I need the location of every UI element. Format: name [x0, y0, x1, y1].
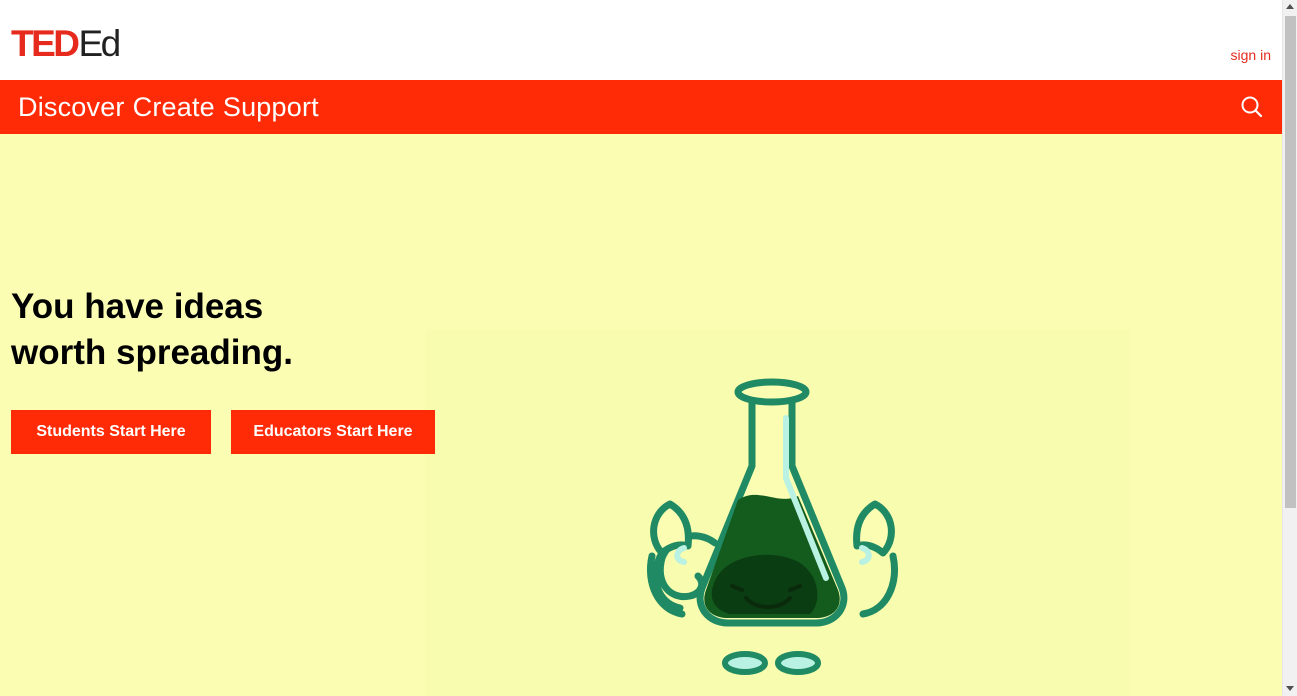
hero-headline: You have ideas worth spreading.: [11, 284, 293, 376]
students-start-button[interactable]: Students Start Here: [11, 410, 211, 454]
headline-line-1: You have ideas: [11, 287, 264, 326]
scroll-down-arrow-icon[interactable]: [1286, 686, 1294, 691]
nav-item-create[interactable]: Create: [133, 92, 215, 123]
nav-item-support[interactable]: Support: [223, 92, 319, 123]
ted-ed-logo[interactable]: TED Ed: [11, 23, 122, 64]
page: TED Ed sign in Discover Create Support Y…: [0, 0, 1282, 696]
page-scrollbar[interactable]: [1282, 0, 1297, 696]
educators-start-button[interactable]: Educators Start Here: [231, 410, 435, 454]
logo-ted-text: TED: [11, 23, 80, 64]
nav-item-discover[interactable]: Discover: [18, 92, 125, 123]
sign-in-link[interactable]: sign in: [1231, 47, 1271, 63]
scrollbar-thumb[interactable]: [1285, 16, 1296, 508]
headline-line-2: worth spreading.: [11, 333, 293, 372]
site-header: TED Ed sign in: [0, 0, 1282, 80]
search-icon[interactable]: [1240, 95, 1264, 119]
nav-menu: Discover Create Support: [18, 80, 319, 134]
hero-section: You have ideas worth spreading. Students…: [0, 134, 1282, 696]
flexing-flask-illustration: [647, 378, 898, 675]
scroll-up-arrow-icon[interactable]: [1286, 4, 1294, 9]
main-nav: Discover Create Support: [0, 80, 1282, 134]
logo-ed-text: Ed: [78, 23, 122, 64]
